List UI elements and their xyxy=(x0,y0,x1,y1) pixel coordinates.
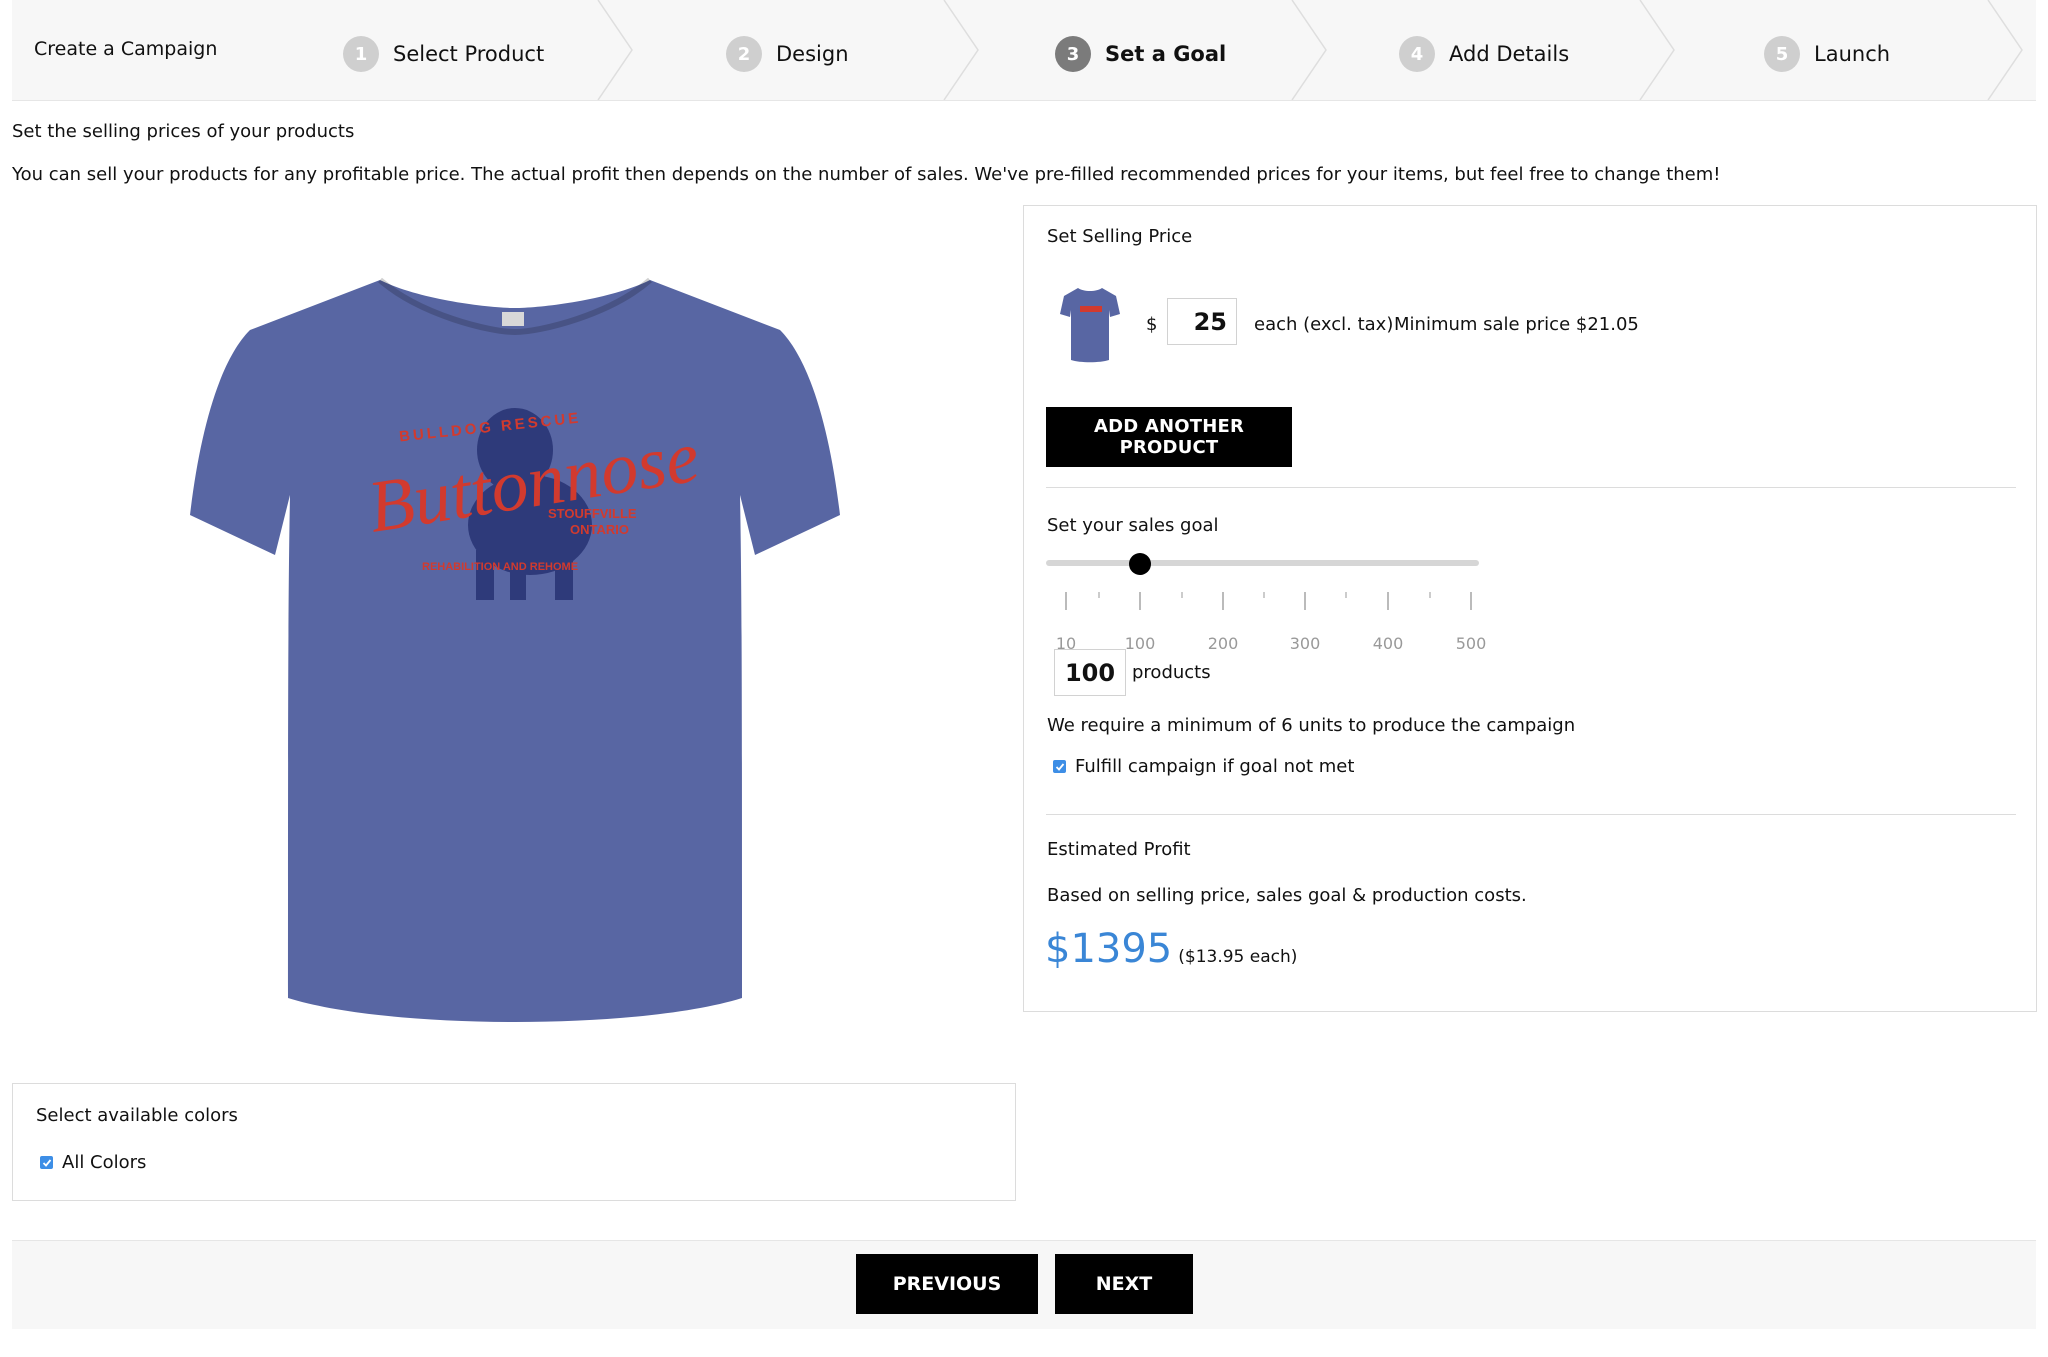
tick-label: 200 xyxy=(1207,634,1239,653)
sales-goal-slider-track[interactable] xyxy=(1046,560,1479,566)
shirt-body xyxy=(190,280,840,1022)
step-number: 2 xyxy=(726,36,762,72)
sales-goal-title: Set your sales goal xyxy=(1047,515,1219,536)
section-divider xyxy=(1046,814,2016,815)
add-another-product-button[interactable]: Add another product xyxy=(1046,407,1292,467)
tick-label: 100 xyxy=(1124,634,1156,653)
currency-symbol: $ xyxy=(1146,314,1158,335)
sales-goal-input[interactable]: 100 xyxy=(1054,649,1126,696)
all-colors-label: All Colors xyxy=(62,1152,147,1173)
tick-marks xyxy=(1065,592,1472,610)
tick-label: 400 xyxy=(1372,634,1404,653)
step-label: Launch xyxy=(1814,42,1891,66)
stepper-dividers xyxy=(597,0,2023,100)
check-icon xyxy=(42,1158,51,1167)
step-label: Add Details xyxy=(1449,42,1570,66)
thumb-print xyxy=(1080,306,1102,312)
step-number: 4 xyxy=(1399,36,1435,72)
print-location-1: STOUFFVILLE xyxy=(548,506,637,521)
print-location-2: ONTARIO xyxy=(570,522,629,537)
profit-description: Based on selling price, sales goal & pro… xyxy=(1047,885,1527,906)
step-select-product[interactable]: 1 Select Product xyxy=(343,34,544,74)
all-colors-option[interactable]: All Colors xyxy=(40,1152,146,1173)
tick-label: 300 xyxy=(1289,634,1321,653)
next-button[interactable]: Next xyxy=(1055,1254,1193,1314)
tick-label: 500 xyxy=(1455,634,1487,653)
step-set-a-goal[interactable]: 3 Set a Goal xyxy=(1055,34,1226,74)
create-campaign-label: Create a Campaign xyxy=(34,38,218,60)
check-icon xyxy=(1055,762,1064,771)
step-number: 5 xyxy=(1764,36,1800,72)
price-input[interactable]: 25 xyxy=(1167,298,1237,345)
sales-goal-slider-handle[interactable] xyxy=(1129,553,1151,575)
print-tagline: REHABILITION AND REHOME xyxy=(422,561,578,573)
estimated-profit-title: Estimated Profit xyxy=(1047,839,1191,860)
product-thumbnail xyxy=(1060,288,1120,363)
colors-title: Select available colors xyxy=(36,1105,238,1126)
tshirt-image: BULLDOG RESCUE Buttonnose STOUFFVILLE ON… xyxy=(190,277,840,1022)
profit-amount: $1395 xyxy=(1045,926,1173,972)
section-divider xyxy=(1046,487,2016,488)
thumb-shirt xyxy=(1060,288,1120,363)
profit-summary: $1395 ($13.95 each) xyxy=(1045,926,1297,972)
all-colors-checkbox[interactable] xyxy=(40,1156,53,1169)
slider-ticks: 10 100 200 300 400 500 xyxy=(1046,584,1506,653)
step-add-details[interactable]: 4 Add Details xyxy=(1399,34,1569,74)
step-label: Select Product xyxy=(393,42,545,66)
step-number: 1 xyxy=(343,36,379,72)
intro-description: You can sell your products for any profi… xyxy=(12,164,1721,185)
intro-title: Set the selling prices of your products xyxy=(12,121,355,142)
fulfill-campaign-checkbox[interactable] xyxy=(1053,760,1066,773)
step-label: Design xyxy=(776,42,849,66)
step-label: Set a Goal xyxy=(1105,42,1227,66)
colors-panel: Select available colors All Colors xyxy=(12,1083,1016,1201)
selling-price-title: Set Selling Price xyxy=(1047,226,1193,247)
fulfill-campaign-label: Fulfill campaign if goal not met xyxy=(1075,756,1355,777)
product-preview: BULLDOG RESCUE Buttonnose STOUFFVILLE ON… xyxy=(190,270,840,1040)
fulfill-campaign-option[interactable]: Fulfill campaign if goal not met xyxy=(1053,756,1354,777)
minimum-price-text: Minimum sale price $21.05 xyxy=(1394,314,1639,335)
profit-per-item: ($13.95 each) xyxy=(1178,947,1298,967)
each-excl-tax-label: each (excl. tax) xyxy=(1254,314,1394,335)
wizard-navigation: Previous Next xyxy=(12,1240,2036,1329)
previous-button[interactable]: Previous xyxy=(856,1254,1038,1314)
step-design[interactable]: 2 Design xyxy=(726,34,849,74)
goal-settings-panel: Set Selling Price $ 25 each (excl. tax) … xyxy=(1023,205,2037,1012)
minimum-units-text: We require a minimum of 6 units to produ… xyxy=(1047,715,1576,736)
campaign-stepper: Create a Campaign 1 Select Product 2 Des… xyxy=(12,0,2036,101)
step-launch[interactable]: 5 Launch xyxy=(1764,34,1890,74)
step-number: 3 xyxy=(1055,36,1091,72)
products-unit-label: products xyxy=(1132,662,1211,683)
